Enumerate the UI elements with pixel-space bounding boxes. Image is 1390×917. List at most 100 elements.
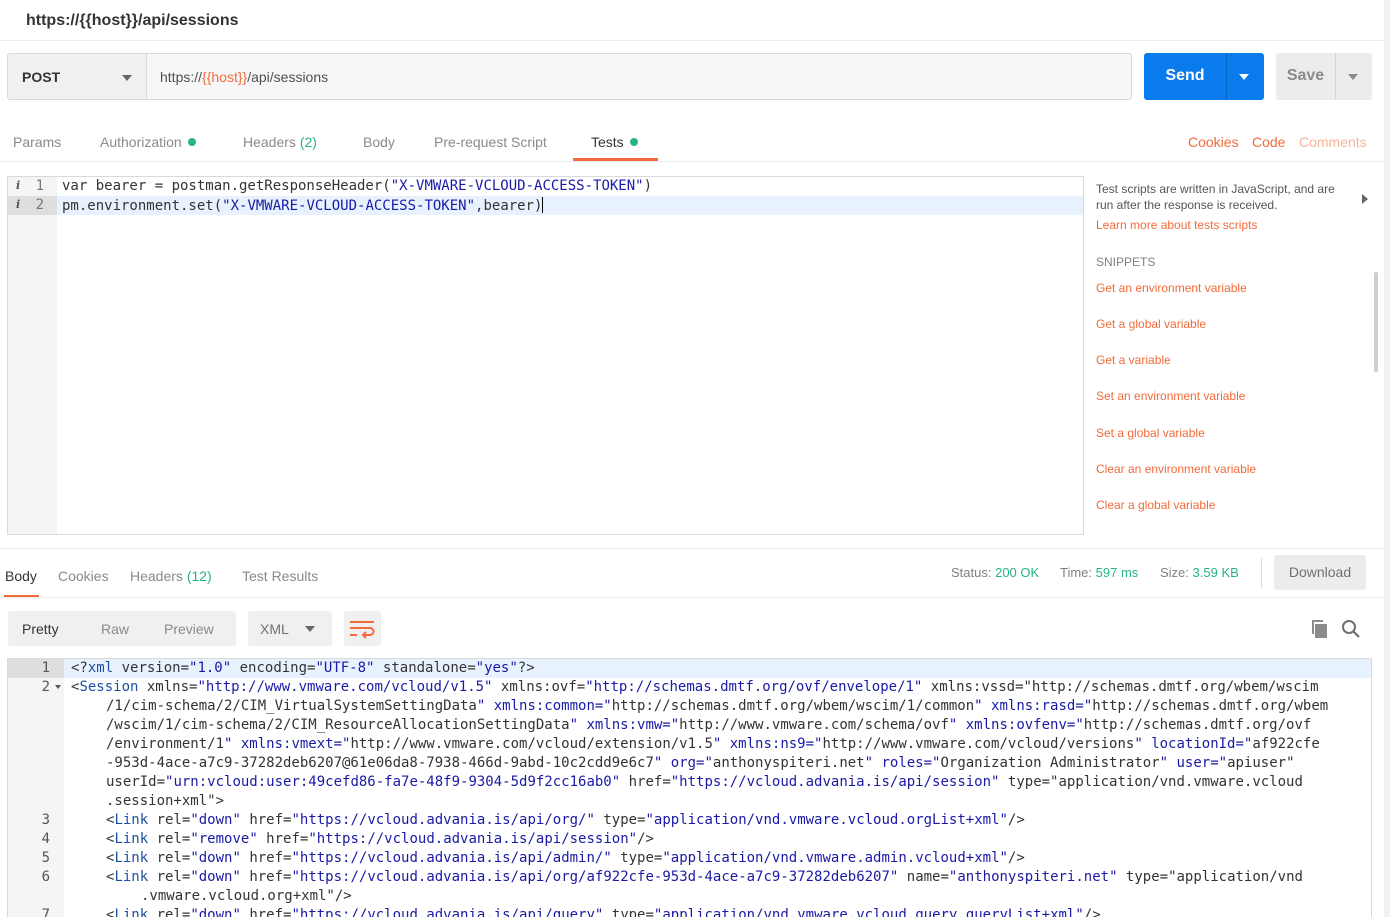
collapse-sidebar-icon[interactable]: [1362, 194, 1368, 204]
snippet-link[interactable]: Set a global variable: [1096, 426, 1205, 440]
divider: [1335, 53, 1336, 100]
line-number: 2: [35, 197, 44, 213]
divider: [0, 40, 1390, 41]
send-options-chevron-icon[interactable]: [1239, 74, 1249, 80]
code-text: <Session xmlns="http://www.vmware.com/vc…: [71, 679, 1319, 695]
tab-tests[interactable]: Tests: [591, 134, 638, 150]
response-line: .session+xml">: [8, 792, 1371, 811]
time-readout: Time: 597 ms: [1060, 565, 1139, 580]
response-line: .vmware.vcloud.org+xml"/>: [8, 887, 1371, 906]
url-suffix: /api/sessions: [247, 69, 329, 85]
method-label: POST: [22, 69, 61, 85]
response-line: 5 <Link rel="down" href="https://vcloud.a…: [8, 849, 1371, 868]
divider: [1226, 53, 1227, 100]
response-line: 1 <?xml version="1.0" encoding="UTF-8" st…: [8, 659, 1371, 678]
response-line: 4 <Link rel="remove" href="https://vcloud…: [8, 830, 1371, 849]
response-line: 2 <Session xmlns="http://www.vmware.com/v…: [8, 678, 1371, 697]
response-tab-cookies[interactable]: Cookies: [58, 568, 109, 584]
save-options-chevron-icon[interactable]: [1348, 74, 1358, 80]
send-button-group: Send: [1144, 53, 1264, 100]
code-link[interactable]: Code: [1252, 134, 1285, 150]
line-number: 1: [35, 178, 44, 194]
response-tab-headers-label: Headers: [130, 568, 183, 584]
divider: [1261, 558, 1262, 588]
wrap-lines-button[interactable]: [344, 611, 381, 646]
snippets-heading: SNIPPETS: [1096, 255, 1156, 269]
tab-body[interactable]: Body: [363, 134, 395, 150]
response-tab-headers[interactable]: Headers (12): [130, 568, 212, 584]
response-line: 3 <Link rel="down" href="https://vcloud.a…: [8, 811, 1371, 830]
wrap-lines-icon: [350, 621, 375, 639]
divider: [0, 161, 1390, 162]
search-icon[interactable]: [1341, 619, 1361, 644]
preview-button[interactable]: Preview: [164, 621, 214, 637]
code-text: var bearer = postman.getResponseHeader("…: [62, 178, 653, 194]
response-tab-test-results[interactable]: Test Results: [242, 568, 318, 584]
tab-params[interactable]: Params: [13, 134, 61, 150]
editor-gutter: [8, 177, 57, 534]
line-number: 7: [41, 907, 50, 917]
learn-more-link[interactable]: Learn more about tests scripts: [1096, 218, 1257, 232]
code-text: .session+xml">: [106, 793, 225, 809]
tab-authorization[interactable]: Authorization: [100, 134, 196, 150]
code-text: <?xml version="1.0" encoding="UTF-8" sta…: [71, 660, 535, 676]
editor-line: i 1 var bearer = postman.getResponseHead…: [8, 177, 1083, 196]
comments-link[interactable]: Comments: [1299, 134, 1367, 150]
language-select[interactable]: XML: [248, 611, 332, 646]
snippet-link[interactable]: Set an environment variable: [1096, 389, 1245, 403]
response-line: /wscim/1/cim-schema/2/CIM_ResourceAlloca…: [8, 716, 1371, 735]
status-readout: Status: 200 OK: [951, 565, 1040, 580]
line-number: 3: [41, 812, 50, 828]
chevron-down-icon: [305, 626, 315, 632]
request-bar: POST https://{{host}}/api/sessions: [7, 53, 1132, 100]
fold-arrow-icon[interactable]: [55, 685, 61, 689]
snippet-link[interactable]: Clear an environment variable: [1096, 462, 1256, 476]
save-button[interactable]: Save: [1276, 67, 1335, 85]
line-number: 1: [41, 660, 50, 676]
line-number: 6: [41, 869, 50, 885]
sidebar-scrollbar[interactable]: [1374, 272, 1378, 372]
tests-description: Test scripts are written in JavaScript, …: [1096, 182, 1335, 212]
snippets-sidebar: Test scripts are written in JavaScript, …: [1096, 181, 1371, 213]
response-line: /environment/1" xmlns:vmext="http://www.…: [8, 735, 1371, 754]
pretty-button[interactable]: Pretty: [22, 621, 59, 637]
url-input[interactable]: https://{{host}}/api/sessions: [160, 69, 328, 85]
send-button[interactable]: Send: [1144, 67, 1226, 85]
code-text: <Link rel="down" href="https://vcloud.ad…: [106, 812, 1025, 828]
snippet-link[interactable]: Clear a global variable: [1096, 498, 1215, 512]
response-body-viewer[interactable]: 1 <?xml version="1.0" encoding="UTF-8" st…: [7, 658, 1372, 917]
line-number: 4: [41, 831, 50, 847]
language-label: XML: [260, 621, 289, 637]
download-button[interactable]: Download: [1274, 555, 1366, 590]
code-text: /environment/1" xmlns:vmext="http://www.…: [106, 736, 1320, 752]
size-value: 3.59 KB: [1192, 565, 1239, 580]
line-number: 5: [41, 850, 50, 866]
copy-icon[interactable]: [1310, 619, 1330, 644]
chevron-down-icon: [122, 75, 132, 81]
tab-tests-label: Tests: [591, 134, 624, 150]
code-text: <Link rel="down" href="https://vcloud.ad…: [106, 907, 1101, 917]
snippet-link[interactable]: Get a variable: [1096, 353, 1171, 367]
headers-count: (2): [299, 134, 317, 150]
save-button-group: Save: [1276, 53, 1372, 100]
method-select[interactable]: POST: [8, 54, 147, 99]
divider: [0, 548, 1390, 549]
status-value: 200 OK: [995, 565, 1040, 580]
line-number: 2: [41, 679, 50, 695]
size-readout: Size: 3.59 KB: [1160, 565, 1239, 580]
cookies-link[interactable]: Cookies: [1188, 134, 1239, 150]
snippet-link[interactable]: Get an environment variable: [1096, 281, 1247, 295]
raw-button[interactable]: Raw: [101, 621, 129, 637]
code-text: <Link rel="remove" href="https://vcloud.…: [106, 831, 654, 847]
info-icon: i: [16, 179, 21, 192]
tab-headers[interactable]: Headers (2): [243, 134, 317, 150]
status-dot-icon: [187, 138, 196, 146]
window-scrollbar[interactable]: [1384, 0, 1390, 917]
test-script-editor[interactable]: i 1 var bearer = postman.getResponseHead…: [7, 176, 1084, 535]
snippet-link[interactable]: Get a global variable: [1096, 317, 1206, 331]
status-dot-icon: [629, 138, 638, 146]
tab-prerequest-script[interactable]: Pre-request Script: [434, 134, 547, 150]
response-tab-body[interactable]: Body: [5, 568, 37, 584]
response-headers-count: (12): [186, 568, 212, 584]
response-line: 7 <Link rel="down" href="https://vcloud.a…: [8, 906, 1371, 917]
